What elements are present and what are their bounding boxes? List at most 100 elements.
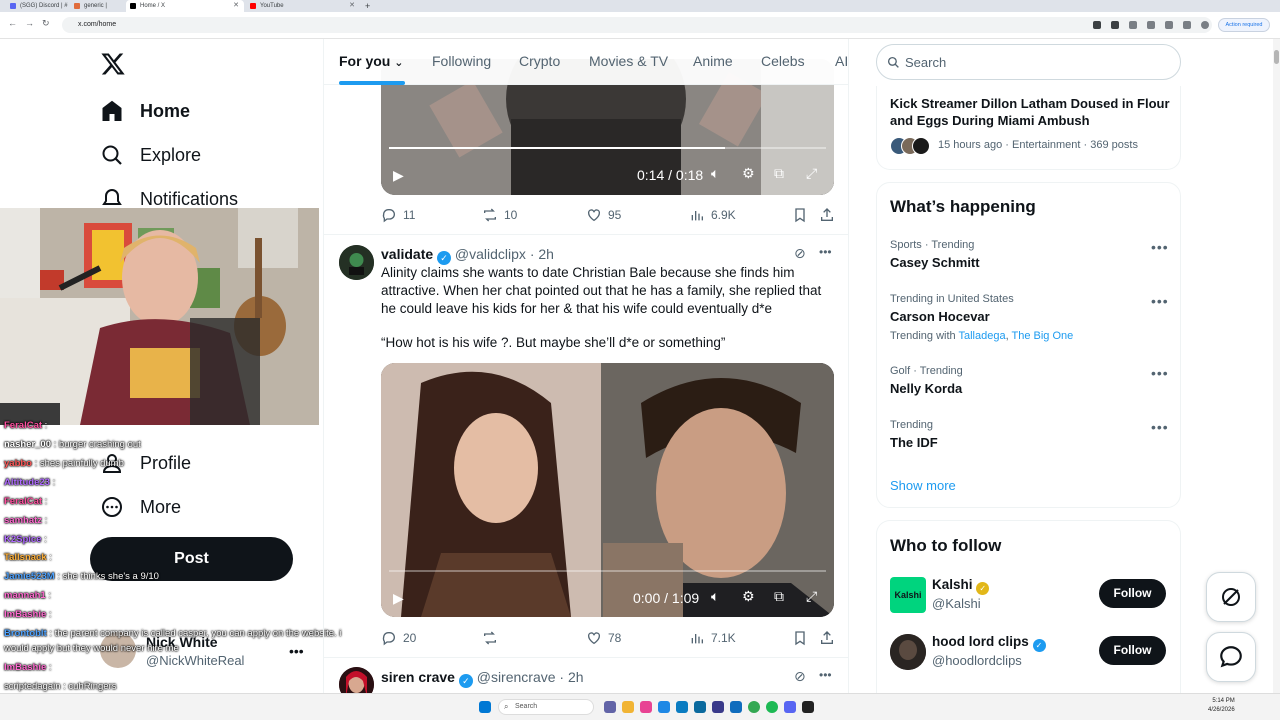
chrome-icon[interactable] [748, 701, 760, 713]
pip-icon[interactable]: ⧉ [774, 588, 784, 605]
tab-anime[interactable]: Anime [693, 53, 733, 69]
extension-icon[interactable] [1183, 21, 1191, 29]
grok-icon[interactable]: ⊘ [794, 668, 806, 685]
trend-link[interactable]: Talladega [958, 330, 1005, 342]
action-required-badge[interactable]: Action required [1218, 18, 1270, 32]
video-progress-track[interactable] [389, 570, 826, 572]
like-button[interactable]: 95 [586, 207, 621, 223]
close-tab-icon[interactable]: ✕ [233, 0, 239, 12]
tab-celebs[interactable]: Celebs [761, 53, 805, 69]
extension-icon[interactable] [1129, 21, 1137, 29]
trend-name[interactable]: Casey Schmitt [890, 255, 980, 270]
tweet-author[interactable]: validate ✓ @validclipx · 2h [381, 246, 554, 265]
tab-crypto[interactable]: Crypto [519, 53, 560, 69]
extension-icon[interactable] [1093, 21, 1101, 29]
tweet-age[interactable]: 2h [568, 669, 584, 685]
follow-button[interactable]: Follow [1099, 636, 1166, 665]
search-input[interactable]: Search [876, 44, 1181, 80]
app-icon[interactable] [712, 701, 724, 713]
browser-tab-youtube[interactable]: YouTube ✕ [246, 0, 360, 12]
like-button[interactable]: 78 [586, 630, 621, 646]
settings-icon[interactable]: ⚙ [742, 165, 755, 182]
bookmark-button[interactable] [792, 630, 814, 646]
more-options-icon[interactable]: ••• [1151, 293, 1169, 309]
spotify-icon[interactable] [766, 701, 778, 713]
follow-account-name[interactable]: hood lord clips ✓ [932, 634, 1046, 652]
reload-icon[interactable]: ↻ [42, 18, 50, 29]
nav-home[interactable]: Home [100, 95, 190, 127]
browser-tab-generic[interactable]: generic | [70, 0, 126, 12]
fullscreen-icon[interactable]: ⤢ [806, 588, 817, 605]
more-options-icon[interactable]: ••• [819, 245, 832, 259]
author-handle[interactable]: @sirencrave [477, 669, 556, 685]
kalshi-logo[interactable]: Kalshi [890, 577, 926, 613]
more-options-icon[interactable]: ••• [1151, 365, 1169, 381]
more-options-icon[interactable]: ••• [1151, 419, 1169, 435]
extension-icon[interactable] [1111, 21, 1119, 29]
avatar[interactable] [339, 245, 374, 280]
author-name[interactable]: validate [381, 246, 433, 262]
play-icon[interactable]: ▶ [393, 167, 404, 184]
messages-button[interactable] [1206, 632, 1256, 682]
nav-more[interactable]: More [100, 491, 181, 523]
grok-button[interactable] [1206, 572, 1256, 622]
volume-icon[interactable]: 🔈︎ [711, 588, 719, 605]
trend-name[interactable]: The IDF [890, 435, 938, 450]
x-logo-icon[interactable] [100, 51, 126, 77]
tweet-author[interactable]: siren crave ✓ @sirencrave · 2h [381, 669, 584, 688]
repost-button[interactable]: 10 [482, 207, 517, 223]
page-scrollbar[interactable] [1273, 39, 1280, 693]
tab-for-you[interactable]: For you ⌄ [339, 53, 403, 69]
repost-button[interactable] [482, 630, 504, 646]
reply-button[interactable]: 20 [381, 630, 416, 646]
grok-icon[interactable]: ⊘ [794, 245, 806, 262]
windows-start-icon[interactable] [479, 701, 491, 713]
fullscreen-icon[interactable]: ⤢ [806, 165, 817, 182]
share-button[interactable] [819, 630, 841, 646]
back-icon[interactable]: ← [8, 18, 17, 28]
file-explorer-icon[interactable] [622, 701, 634, 713]
profile-icon[interactable] [1201, 21, 1209, 29]
pip-icon[interactable]: ⧉ [774, 165, 784, 182]
nav-explore[interactable]: Explore [100, 139, 201, 171]
play-icon[interactable]: ▶ [393, 590, 404, 607]
share-button[interactable] [819, 207, 841, 223]
follow-button[interactable]: Follow [1099, 579, 1166, 608]
new-tab-button[interactable]: + [362, 0, 376, 12]
volume-icon[interactable]: 🔈︎ [711, 165, 719, 182]
tweet-video[interactable]: ▶ 0:00 / 1:09 🔈︎ ⚙ ⧉ ⤢ [381, 363, 834, 617]
chevron-down-icon[interactable]: ⌄ [394, 57, 403, 69]
news-card[interactable]: Kick Streamer Dillon Latham Doused in Fl… [876, 86, 1181, 170]
author-handle[interactable]: @validclipx [455, 246, 526, 262]
browser-tab-discord[interactable]: (SGG) Discord | # [6, 0, 70, 12]
tab-ai[interactable]: AI [835, 53, 848, 69]
discord-icon[interactable] [784, 701, 796, 713]
more-options-icon[interactable]: ••• [819, 668, 832, 682]
forward-icon[interactable]: → [25, 18, 34, 28]
edge-icon[interactable] [676, 701, 688, 713]
reply-button[interactable]: 11 [381, 207, 415, 223]
obs-icon[interactable] [802, 701, 814, 713]
tab-movies-tv[interactable]: Movies & TV [589, 53, 668, 69]
settings-icon[interactable]: ⚙ [742, 588, 755, 605]
taskbar-search[interactable]: ⌕ Search [498, 699, 594, 715]
app-icon[interactable] [640, 701, 652, 713]
tab-following[interactable]: Following [432, 53, 491, 69]
trend-name[interactable]: Carson Hocevar [890, 309, 990, 324]
app-icon[interactable] [730, 701, 742, 713]
close-tab-icon[interactable]: ✕ [349, 0, 355, 12]
url-field[interactable]: x.com/home [62, 17, 1212, 33]
more-options-icon[interactable]: ••• [1151, 239, 1169, 255]
trend-name[interactable]: Nelly Korda [890, 381, 962, 396]
tweet-age[interactable]: 2h [538, 246, 554, 262]
avatar[interactable] [890, 634, 926, 670]
taskbar-clock[interactable]: 5:14 PM 4/26/2026 [1208, 697, 1235, 715]
views-button[interactable]: 6.9K [689, 207, 736, 223]
author-name[interactable]: siren crave [381, 669, 455, 685]
bookmark-button[interactable] [792, 207, 814, 223]
extension-icon[interactable] [1147, 21, 1155, 29]
app-icon[interactable] [658, 701, 670, 713]
account-menu-icon[interactable]: ••• [289, 643, 304, 659]
task-view-icon[interactable] [604, 701, 616, 713]
scrollbar-thumb[interactable] [1274, 50, 1279, 64]
